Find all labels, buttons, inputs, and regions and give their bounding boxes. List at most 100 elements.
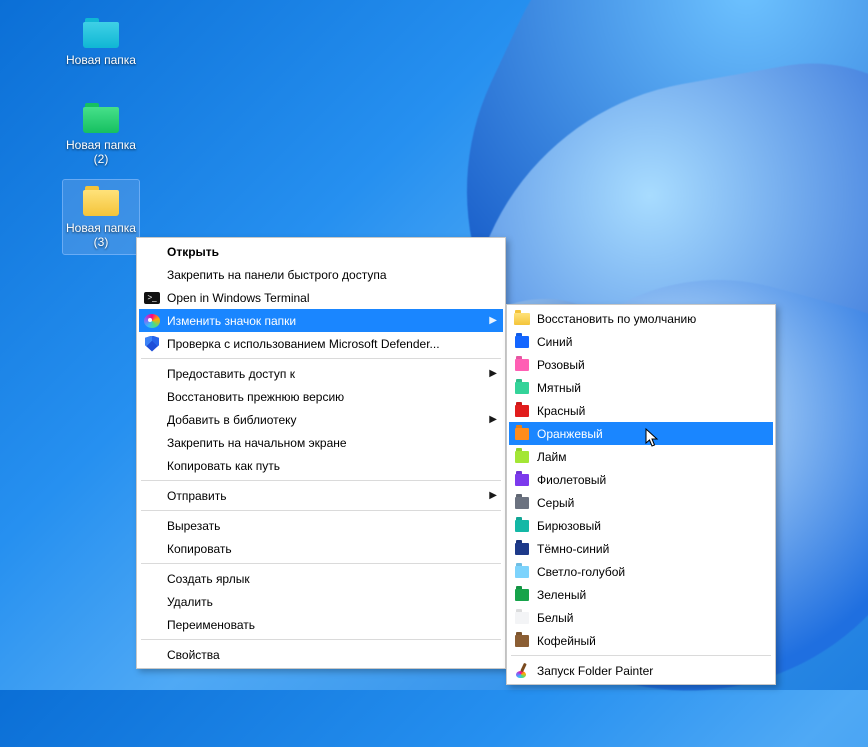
context-menu-item[interactable]: Изменить значок папки ▶: [139, 309, 503, 332]
submenu-item[interactable]: Зеленый: [509, 583, 773, 606]
color-swatch-icon: [515, 336, 529, 348]
context-menu-separator: [141, 510, 501, 511]
context-menu-separator: [141, 563, 501, 564]
submenu-item[interactable]: Серый: [509, 491, 773, 514]
context-menu-item-label: Свойства: [167, 648, 497, 662]
context-menu-item-label: Добавить в библиотеку: [167, 413, 483, 427]
context-menu-item-label: Изменить значок папки: [167, 314, 483, 328]
submenu-item-label: Оранжевый: [537, 427, 767, 441]
desktop-icon-label: Новая папка: [64, 52, 138, 68]
submenu-item-label: Зеленый: [537, 588, 767, 602]
context-menu-item[interactable]: Копировать: [139, 537, 503, 560]
submenu-item-label: Восстановить по умолчанию: [537, 312, 767, 326]
context-menu-item-label: Закрепить на начальном экране: [167, 436, 497, 450]
context-menu-item[interactable]: Отправить ▶: [139, 484, 503, 507]
context-menu-item[interactable]: Проверка с использованием Microsoft Defe…: [139, 332, 503, 355]
context-menu-item[interactable]: Вырезать: [139, 514, 503, 537]
submenu-item-label: Красный: [537, 404, 767, 418]
submenu-item[interactable]: Восстановить по умолчанию: [509, 307, 773, 330]
submenu-item-label: Розовый: [537, 358, 767, 372]
terminal-icon: >_: [144, 292, 160, 304]
context-menu-item-label: Предоставить доступ к: [167, 367, 483, 381]
submenu-item[interactable]: Светло-голубой: [509, 560, 773, 583]
submenu-item[interactable]: Розовый: [509, 353, 773, 376]
painter-icon: [144, 314, 160, 328]
submenu-item-label: Белый: [537, 611, 767, 625]
submenu-item[interactable]: Белый: [509, 606, 773, 629]
context-menu-item[interactable]: Удалить: [139, 590, 503, 613]
chevron-right-icon: ▶: [489, 315, 497, 326]
color-swatch-icon: [515, 635, 529, 647]
submenu-item[interactable]: Синий: [509, 330, 773, 353]
submenu-item[interactable]: Фиолетовый: [509, 468, 773, 491]
context-menu-item[interactable]: Открыть: [139, 240, 503, 263]
desktop-icon-folder[interactable]: Новая папка: [63, 14, 139, 68]
color-swatch-icon: [515, 428, 529, 440]
context-menu-item[interactable]: Восстановить прежнюю версию: [139, 385, 503, 408]
shield-icon: [145, 336, 159, 352]
color-swatch-icon: [515, 520, 529, 532]
context-menu-item-label: Открыть: [167, 245, 497, 259]
submenu-item-label: Кофейный: [537, 634, 767, 648]
context-menu-item-label: Проверка с использованием Microsoft Defe…: [167, 337, 497, 351]
context-menu-separator: [141, 480, 501, 481]
context-menu-item[interactable]: Переименовать: [139, 613, 503, 636]
color-swatch-icon: [515, 497, 529, 509]
submenu-item[interactable]: Бирюзовый: [509, 514, 773, 537]
context-menu-item[interactable]: >_ Open in Windows Terminal: [139, 286, 503, 309]
color-swatch-icon: [515, 474, 529, 486]
submenu-item[interactable]: Лайм: [509, 445, 773, 468]
submenu-item-label: Бирюзовый: [537, 519, 767, 533]
folder-icon: [83, 18, 119, 48]
context-menu-item-label: Копировать как путь: [167, 459, 497, 473]
context-menu-item[interactable]: Предоставить доступ к ▶: [139, 362, 503, 385]
context-menu-item-label: Копировать: [167, 542, 497, 556]
context-menu-item[interactable]: Копировать как путь: [139, 454, 503, 477]
color-swatch-icon: [515, 543, 529, 555]
submenu-item[interactable]: Мятный: [509, 376, 773, 399]
context-menu-item[interactable]: Добавить в библиотеку ▶: [139, 408, 503, 431]
context-menu-item-label: Закрепить на панели быстрого доступа: [167, 268, 497, 282]
desktop-icon-folder[interactable]: Новая папка(3): [63, 180, 139, 254]
color-swatch-icon: [515, 451, 529, 463]
color-swatch-icon: [515, 612, 529, 624]
context-menu: Открыть Закрепить на панели быстрого дос…: [136, 237, 506, 669]
submenu-item-label: Светло-голубой: [537, 565, 767, 579]
context-menu-separator: [511, 655, 771, 656]
context-menu-item[interactable]: Закрепить на начальном экране: [139, 431, 503, 454]
desktop-icon-label: Новая папка(3): [64, 220, 138, 250]
context-menu-item[interactable]: Закрепить на панели быстрого доступа: [139, 263, 503, 286]
brush-icon: [514, 663, 530, 679]
folder-icon: [514, 313, 530, 325]
context-menu-item-label: Вырезать: [167, 519, 497, 533]
submenu-item-label: Лайм: [537, 450, 767, 464]
submenu-item-label: Серый: [537, 496, 767, 510]
folder-icon: [83, 103, 119, 133]
context-menu-separator: [141, 639, 501, 640]
desktop-icon-folder[interactable]: Новая папка(2): [63, 99, 139, 167]
submenu-item-label: Фиолетовый: [537, 473, 767, 487]
chevron-right-icon: ▶: [489, 368, 497, 379]
context-menu-item[interactable]: Свойства: [139, 643, 503, 666]
color-swatch-icon: [515, 405, 529, 417]
context-menu-item-label: Удалить: [167, 595, 497, 609]
submenu-item[interactable]: Оранжевый: [509, 422, 773, 445]
color-swatch-icon: [515, 566, 529, 578]
folder-icon: [83, 186, 119, 216]
context-menu-item-label: Отправить: [167, 489, 483, 503]
submenu-item[interactable]: Красный: [509, 399, 773, 422]
color-swatch-icon: [515, 359, 529, 371]
submenu-item[interactable]: Кофейный: [509, 629, 773, 652]
submenu-item[interactable]: Запуск Folder Painter: [509, 659, 773, 682]
submenu-item[interactable]: Тёмно-синий: [509, 537, 773, 560]
submenu-item-label: Мятный: [537, 381, 767, 395]
context-menu-item-label: Open in Windows Terminal: [167, 291, 497, 305]
color-swatch-icon: [515, 589, 529, 601]
chevron-right-icon: ▶: [489, 490, 497, 501]
context-menu-item-label: Переименовать: [167, 618, 497, 632]
context-menu-separator: [141, 358, 501, 359]
desktop-icon-label: Новая папка(2): [64, 137, 138, 167]
context-submenu: Восстановить по умолчанию Синий Розовый …: [506, 304, 776, 685]
submenu-item-label: Тёмно-синий: [537, 542, 767, 556]
context-menu-item[interactable]: Создать ярлык: [139, 567, 503, 590]
